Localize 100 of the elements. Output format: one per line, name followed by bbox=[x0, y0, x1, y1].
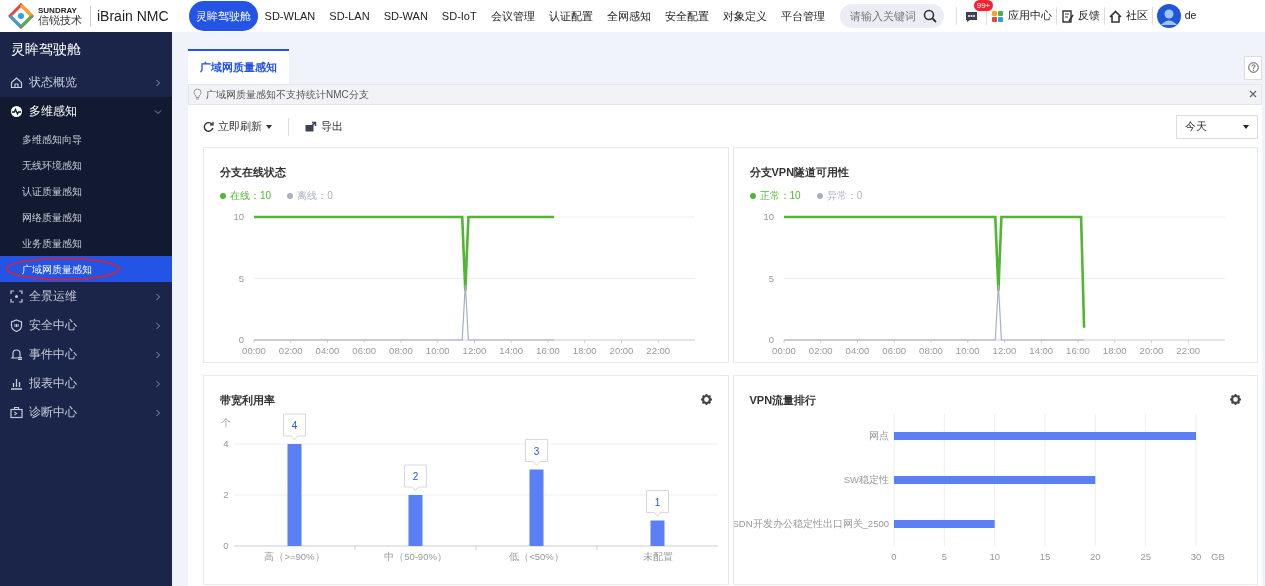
legend-label: 正常：10 bbox=[759, 189, 801, 204]
nav-tab[interactable]: 灵眸驾驶舱 bbox=[188, 0, 258, 32]
axis-label: 4 bbox=[223, 438, 229, 450]
value-callout: 2 bbox=[404, 464, 427, 492]
chart-title: 分支在线状态 bbox=[220, 164, 286, 180]
nav-tab[interactable]: 安全配置 bbox=[657, 0, 716, 32]
axis-label: 未配置 bbox=[642, 551, 673, 563]
axis-label: 网点 bbox=[868, 430, 889, 442]
header-link[interactable]: 反馈 bbox=[1060, 8, 1100, 24]
legend-label: 离线：0 bbox=[297, 189, 333, 204]
axis-label: 10:00 bbox=[425, 345, 450, 357]
axis-label: 16:00 bbox=[1065, 345, 1090, 357]
axis-label: SW稳定性 bbox=[843, 474, 889, 486]
nav-tab[interactable]: SD-WAN bbox=[376, 0, 435, 32]
axis-label: 中（50-90%） bbox=[384, 551, 447, 563]
axis-label: 5 bbox=[941, 551, 947, 563]
axis-label: 02:00 bbox=[278, 345, 303, 357]
sidebar-item[interactable]: 多维感知 bbox=[0, 97, 172, 127]
nav-tab[interactable]: SD-IoT bbox=[434, 0, 484, 32]
axis-label: 00:00 bbox=[242, 345, 266, 357]
axis-label: 14:00 bbox=[1028, 345, 1053, 357]
notice-text: 广域网质量感知不支持统计NMC分支 bbox=[206, 87, 370, 102]
axis-label: 15 bbox=[1039, 551, 1050, 563]
nav-tab[interactable]: 认证配置 bbox=[541, 0, 600, 32]
axis-label: 0 bbox=[238, 334, 244, 346]
brand-name-cn: 信锐技术 bbox=[38, 14, 82, 26]
axis-label: 20 bbox=[1089, 551, 1101, 563]
axis-label: 12:00 bbox=[992, 345, 1016, 357]
axis-label: 20:00 bbox=[609, 345, 634, 357]
axis-label: 低（<50%） bbox=[509, 551, 564, 563]
axis-label: 04:00 bbox=[845, 345, 869, 357]
data-label: 2 bbox=[412, 471, 419, 483]
sidebar-item[interactable]: 状态概览 bbox=[0, 68, 172, 98]
chart-title: 分支VPN隧道可用性 bbox=[749, 164, 850, 180]
submenu-item[interactable]: 网络质量感知 bbox=[0, 204, 172, 231]
submenu-item[interactable]: 广域网质量感知 bbox=[0, 256, 172, 283]
refresh-button[interactable]: 立即刷新 bbox=[203, 118, 272, 135]
chart-title: 带宽利用率 bbox=[220, 392, 275, 408]
nav-tab[interactable]: 全网感知 bbox=[599, 0, 658, 32]
axis-label: 18:00 bbox=[572, 345, 597, 357]
user-name[interactable]: de bbox=[1184, 8, 1197, 24]
axis-label: 02:00 bbox=[808, 345, 833, 357]
axis-label: 5 bbox=[768, 272, 774, 284]
data-label: 4 bbox=[291, 420, 298, 432]
legend-label: 在线：10 bbox=[230, 189, 272, 204]
axis-label: 20:00 bbox=[1139, 345, 1163, 357]
value-callout: 3 bbox=[525, 439, 548, 467]
legend-label: 异常：0 bbox=[826, 189, 863, 204]
data-label: 3 bbox=[533, 445, 540, 457]
submenu-item[interactable]: 无线环境感知 bbox=[0, 152, 172, 179]
header-link[interactable]: 社区 bbox=[1108, 8, 1148, 24]
sidebar-item[interactable]: 全景运维 bbox=[0, 282, 172, 312]
data-label: 1 bbox=[654, 496, 661, 508]
axis-label: 00:00 bbox=[771, 345, 796, 357]
badge-count: 99+ bbox=[973, 0, 994, 12]
chart-title: VPN流量排行 bbox=[749, 392, 817, 408]
value-callout: 1 bbox=[646, 490, 669, 518]
nav-tab[interactable]: 会议管理 bbox=[483, 0, 542, 32]
axis-label: 08:00 bbox=[389, 345, 413, 357]
axis-label: 0 bbox=[768, 334, 774, 346]
sidebar-item[interactable]: 诊断中心 bbox=[0, 398, 172, 428]
axis-label: 18:00 bbox=[1102, 345, 1127, 357]
axis-label: 22:00 bbox=[646, 345, 671, 357]
axis-label: 0 bbox=[223, 540, 229, 552]
axis-label: 06:00 bbox=[881, 345, 906, 357]
nav-tab[interactable]: SD-LAN bbox=[322, 0, 377, 32]
sidebar-item[interactable]: 事件中心 bbox=[0, 340, 172, 370]
value-callout: 4 bbox=[283, 413, 306, 441]
axis-label: 04:00 bbox=[315, 345, 340, 357]
submenu-item[interactable]: 业务质量感知 bbox=[0, 230, 172, 257]
axis-label: 14:00 bbox=[499, 345, 524, 357]
brand-name: SUNDRAY bbox=[38, 6, 78, 15]
nav-tab[interactable]: SD-WLAN bbox=[257, 0, 323, 32]
product-name: iBrain NMC bbox=[90, 5, 169, 27]
search-field[interactable]: 请输入关键词 bbox=[839, 4, 944, 29]
axis-label: 高（>=90%） bbox=[264, 551, 325, 563]
axis-label: 10 bbox=[988, 551, 1000, 563]
axis-label: 22:00 bbox=[1175, 345, 1200, 357]
axis-label: GB bbox=[1210, 551, 1225, 563]
sidebar-item[interactable]: 安全中心 bbox=[0, 311, 172, 341]
sidebar-item[interactable]: 报表中心 bbox=[0, 369, 172, 399]
axis-label: 个 bbox=[221, 417, 231, 429]
axis-label: 06:00 bbox=[352, 345, 377, 357]
date-range-select[interactable]: 今天 bbox=[1176, 114, 1258, 139]
sidebar-title: 灵眸驾驶舱 bbox=[10, 41, 82, 59]
nav-tab[interactable]: 对象定义 bbox=[715, 0, 774, 32]
axis-label: 30 bbox=[1190, 551, 1201, 563]
axis-label: 10 bbox=[762, 211, 774, 223]
nav-tab[interactable]: 平台管理 bbox=[773, 0, 832, 32]
axis-label: 25 bbox=[1139, 551, 1151, 563]
page-tab[interactable]: 广域网质量感知 bbox=[188, 49, 289, 84]
submenu-item[interactable]: 认证质量感知 bbox=[0, 178, 172, 205]
axis-label: 10:00 bbox=[955, 345, 980, 357]
export-button[interactable]: 导出 bbox=[305, 118, 343, 135]
submenu-item[interactable]: 多维感知向导 bbox=[0, 126, 172, 153]
axis-label: 12:00 bbox=[462, 345, 487, 357]
axis-label: 0 bbox=[890, 551, 897, 563]
axis-label: 2 bbox=[223, 489, 229, 501]
axis-label: 08:00 bbox=[918, 345, 943, 357]
axis-label: 16:00 bbox=[536, 345, 560, 357]
